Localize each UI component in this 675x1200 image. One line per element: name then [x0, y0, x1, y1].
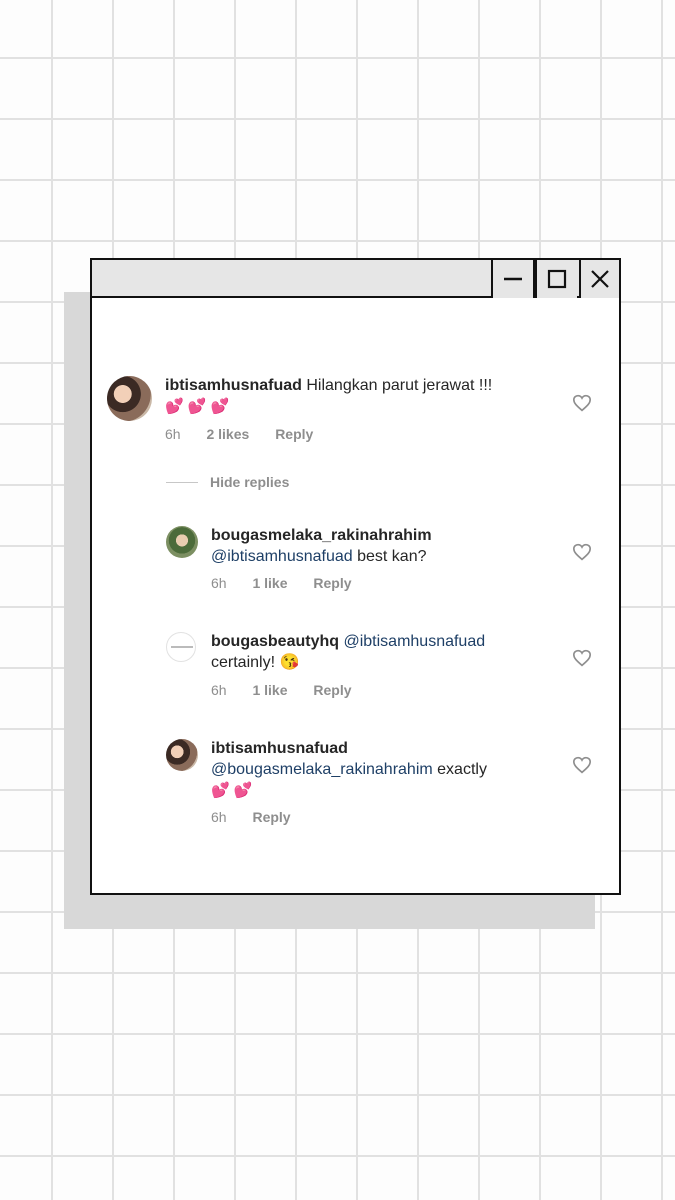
reply-mention[interactable]: @ibtisamhusnafuad — [343, 633, 485, 650]
hide-replies-button[interactable]: Hide replies — [210, 474, 289, 490]
avatar[interactable] — [166, 632, 196, 662]
maximize-icon — [547, 269, 567, 289]
comment-time: 6h — [165, 426, 181, 442]
reply-time: 6h — [211, 682, 227, 698]
reply-button[interactable]: Reply — [252, 809, 290, 825]
reply-button[interactable]: Reply — [313, 575, 351, 591]
close-button[interactable] — [579, 260, 619, 298]
reply-mention[interactable]: @ibtisamhusnafuad — [211, 548, 353, 565]
reply-meta: 6h 1 like Reply — [211, 682, 374, 698]
heart-icon[interactable] — [572, 756, 592, 774]
reply-likes[interactable]: 1 like — [252, 575, 287, 591]
minimize-button[interactable] — [491, 260, 533, 298]
avatar[interactable] — [166, 739, 198, 771]
maximize-button[interactable] — [535, 260, 577, 298]
reply-meta: 6h Reply — [211, 809, 313, 825]
reply-meta: 6h 1 like Reply — [211, 575, 374, 591]
reply-body: bougasmelaka_rakinahrahim @ibtisamhusnaf… — [211, 525, 551, 567]
hide-replies-line — [166, 482, 198, 483]
title-bar — [92, 260, 619, 298]
comment-emoji: 💕 💕 💕 — [165, 398, 230, 415]
comment-window: ibtisamhusnafuad Hilangkan parut jerawat… — [90, 258, 621, 895]
reply-emoji: 💕 💕 — [211, 782, 253, 799]
comment-meta: 6h 2 likes Reply — [165, 426, 335, 442]
reply-mention[interactable]: @bougasmelaka_rakinahrahim — [211, 761, 433, 778]
avatar[interactable] — [107, 376, 152, 421]
reply-body: ibtisamhusnafuad @bougasmelaka_rakinahra… — [211, 738, 551, 801]
reply-button[interactable]: Reply — [275, 426, 313, 442]
reply-text: exactly — [432, 761, 487, 778]
reply-username[interactable]: ibtisamhusnafuad — [211, 740, 348, 757]
brand-logo-mark — [171, 646, 193, 648]
minimize-icon — [504, 277, 522, 281]
comment-text: Hilangkan parut jerawat !!! — [306, 377, 493, 394]
heart-icon[interactable] — [572, 649, 592, 667]
reply-body: bougasbeautyhq @ibtisamhusnafuad certain… — [211, 631, 551, 673]
reply-username[interactable]: bougasmelaka_rakinahrahim — [211, 527, 432, 544]
reply-time: 6h — [211, 809, 227, 825]
reply-text: best kan? — [352, 548, 427, 565]
heart-icon[interactable] — [572, 394, 592, 412]
comment-username[interactable]: ibtisamhusnafuad — [165, 377, 302, 394]
reply-likes[interactable]: 1 like — [252, 682, 287, 698]
reply-text: certainly! 😘 — [211, 654, 300, 671]
comment-likes[interactable]: 2 likes — [206, 426, 249, 442]
reply-button[interactable]: Reply — [313, 682, 351, 698]
avatar[interactable] — [166, 526, 198, 558]
reply-time: 6h — [211, 575, 227, 591]
reply-username[interactable]: bougasbeautyhq — [211, 633, 339, 650]
comment-body: ibtisamhusnafuad Hilangkan parut jerawat… — [165, 375, 545, 417]
close-icon — [591, 270, 609, 288]
heart-icon[interactable] — [572, 543, 592, 561]
